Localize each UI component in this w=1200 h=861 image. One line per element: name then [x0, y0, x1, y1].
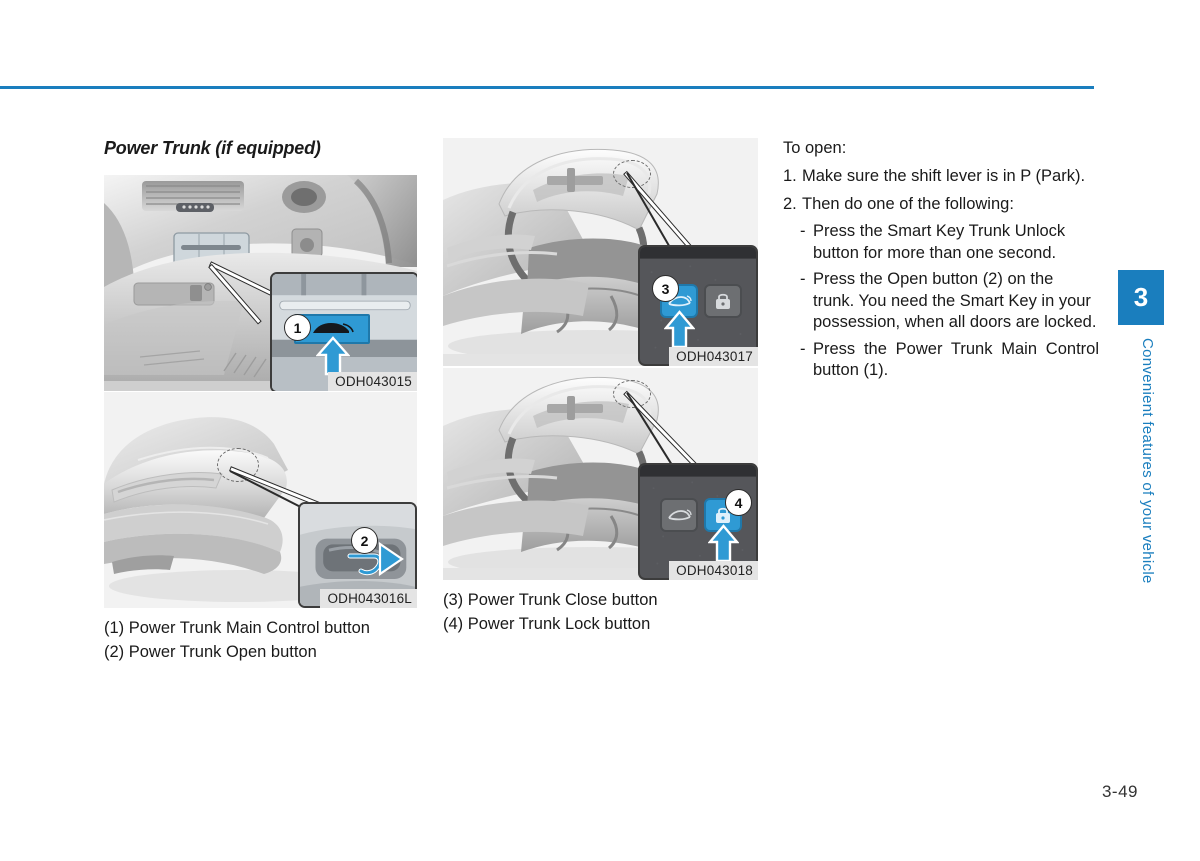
- figure-code-2: ODH043016L: [320, 589, 417, 608]
- up-arrow-icon-1: [316, 336, 350, 376]
- callout-2: 2: [351, 527, 378, 554]
- callout-4: 4: [725, 489, 752, 516]
- lock-icon: [716, 293, 730, 309]
- bullet-text-3: Press the Power Trunk Main Control butto…: [813, 339, 1099, 379]
- column-middle: 3 ODH043017 4 ODH043018 (3) Power Trunk …: [443, 138, 758, 637]
- page-title: Power Trunk (if equipped): [104, 138, 321, 158]
- figure-code-4: ODH043018: [669, 561, 758, 580]
- figure-dashboard: 1 ODH043015: [104, 175, 417, 391]
- figure-code-3: ODH043017: [669, 347, 758, 366]
- instruction-step-2: 2. Then do one of the following:: [783, 194, 1099, 215]
- caption-list-left: (1) Power Trunk Main Control button (2) …: [104, 617, 417, 665]
- header-rule: [0, 86, 1094, 89]
- power-trunk-close-button-2[interactable]: [660, 498, 698, 532]
- callout-1: 1: [284, 314, 311, 341]
- bullet-dash-1: -: [800, 222, 806, 241]
- car-trunk-close-icon: [668, 509, 692, 521]
- bullet-text-2: Press the Open button (2) on the trunk. …: [813, 270, 1097, 332]
- instruction-bullet-2: - Press the Open button (2) on the trunk…: [800, 269, 1099, 333]
- chapter-tab-title: Convenient features of your vehicle: [1139, 338, 1156, 584]
- figure-trunk-close: 3 ODH043017: [443, 138, 758, 366]
- step-text-2: Then do one of the following:: [802, 194, 1014, 213]
- caption-power-trunk-close: (3) Power Trunk Close button: [443, 591, 658, 609]
- instructions-heading: To open:: [783, 139, 847, 157]
- bullet-dash-2: -: [800, 270, 806, 289]
- step-text-1: Make sure the shift lever is in P (Park)…: [802, 167, 1086, 186]
- up-arrow-icon-4: [708, 524, 739, 563]
- caption-power-trunk-open: (2) Power Trunk Open button: [104, 642, 317, 661]
- figure-rear-exterior: 2 ODH043016L: [104, 392, 417, 608]
- instruction-bullet-1: - Press the Smart Key Trunk Unlock butto…: [800, 221, 1099, 264]
- step-number-1: 1.: [783, 167, 797, 186]
- caption-power-trunk-main-control: (1) Power Trunk Main Control button: [104, 619, 370, 637]
- instruction-step-1: 1. Make sure the shift lever is in P (Pa…: [783, 166, 1099, 187]
- page-number: 3-49: [1101, 782, 1138, 801]
- bullet-text-1: Press the Smart Key Trunk Unlock button …: [813, 222, 1066, 262]
- power-trunk-lock-button[interactable]: [704, 284, 742, 318]
- step-number-2: 2.: [783, 194, 797, 213]
- figure-code-1: ODH043015: [328, 372, 417, 391]
- caption-power-trunk-lock: (4) Power Trunk Lock button: [443, 614, 651, 633]
- column-left: Power Trunk (if equipped) 1 ODH043015 2 …: [104, 138, 417, 665]
- figure-trunk-lock: 4 ODH043018: [443, 368, 758, 580]
- chapter-tab-number: 3: [1118, 270, 1164, 325]
- bullet-dash-3: -: [800, 339, 806, 358]
- up-arrow-icon-3: [664, 310, 695, 349]
- column-right: To open: 1. Make sure the shift lever is…: [783, 138, 1099, 386]
- caption-list-middle: (3) Power Trunk Close button (4) Power T…: [443, 589, 758, 637]
- callout-3: 3: [652, 275, 679, 302]
- instruction-bullet-3: - Press the Power Trunk Main Control but…: [800, 339, 1099, 382]
